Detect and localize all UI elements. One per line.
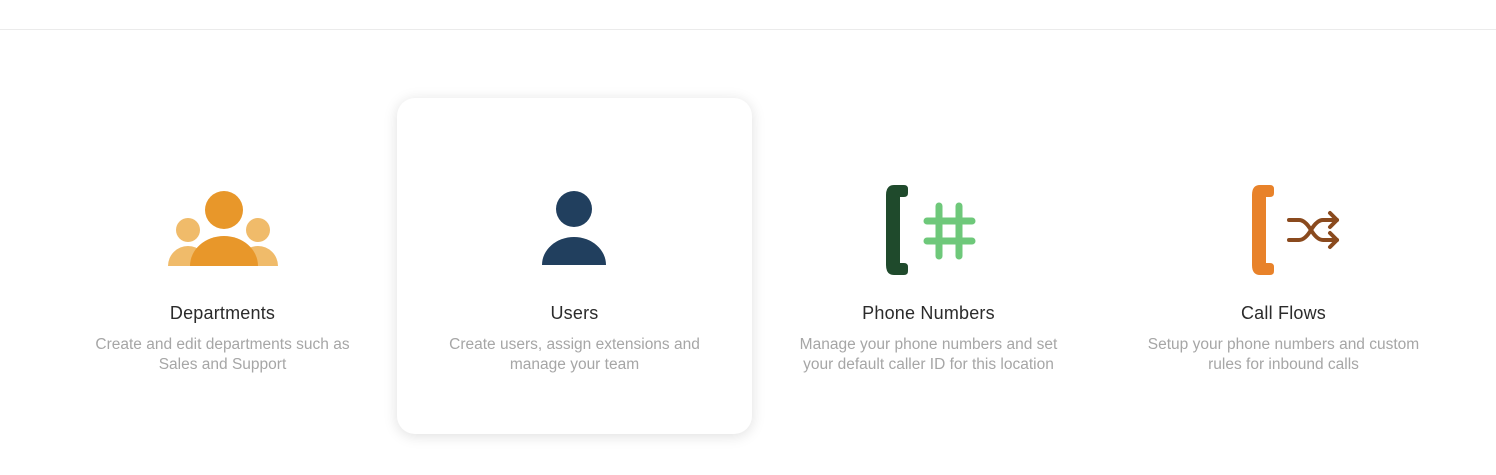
user-icon bbox=[510, 182, 640, 278]
departments-title: Departments bbox=[169, 303, 276, 323]
departments-group-icon bbox=[158, 182, 288, 278]
settings-cards: Departments Create and edit departments … bbox=[0, 98, 1496, 438]
departments-description: Create and edit departments such as Sale… bbox=[95, 336, 350, 373]
phone-numbers-title: Phone Numbers bbox=[862, 303, 995, 323]
phone-hash-icon bbox=[864, 182, 994, 278]
phone-numbers-description: Manage your phone numbers and set your d… bbox=[799, 336, 1058, 373]
users-description: Create users, assign extensions and mana… bbox=[449, 336, 700, 373]
phone-shuffle-icon bbox=[1219, 182, 1349, 278]
users-card[interactable]: Users Create users, assign extensions an… bbox=[397, 98, 752, 434]
call-flows-title: Call Flows bbox=[1240, 303, 1326, 323]
departments-card[interactable]: Departments Create and edit departments … bbox=[45, 98, 400, 434]
users-title: Users bbox=[550, 303, 599, 323]
top-bar bbox=[0, 0, 1496, 30]
phone-numbers-card[interactable]: Phone Numbers Manage your phone numbers … bbox=[751, 98, 1106, 434]
call-flows-description: Setup your phone numbers and custom rule… bbox=[1147, 336, 1420, 373]
call-flows-card[interactable]: Call Flows Setup your phone numbers and … bbox=[1106, 98, 1461, 434]
